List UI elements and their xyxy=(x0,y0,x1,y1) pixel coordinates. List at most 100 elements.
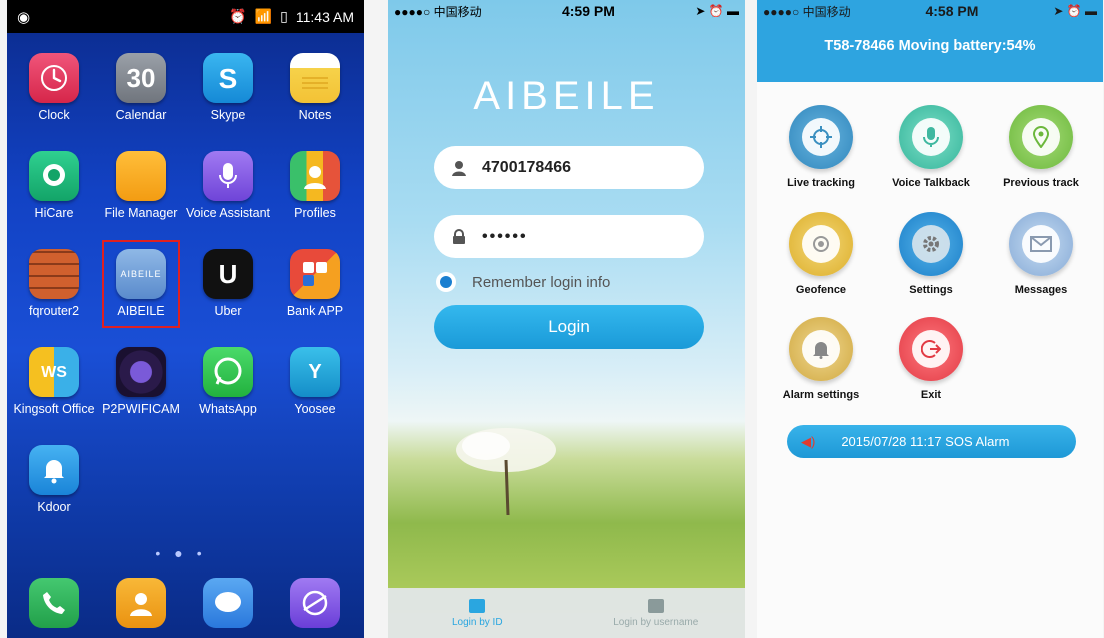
yoosee-icon: Y xyxy=(290,347,340,397)
speaker-icon: ◀) xyxy=(801,433,816,449)
previous-track-button[interactable]: Previous track xyxy=(987,105,1095,189)
aibeile-dashboard-screen: ●●●●○ 中国移动 4:58 PM ➤ ⏰ ▬ T58-78466 Movin… xyxy=(757,0,1103,638)
kingsoft-icon: WS xyxy=(29,347,79,397)
messages-button[interactable]: Messages xyxy=(987,212,1095,296)
app-p2pwificam[interactable]: P2PWIFICAM xyxy=(96,347,186,416)
status-time: 4:59 PM xyxy=(561,3,615,19)
lock-icon xyxy=(450,228,468,246)
alarm-text: 2015/07/28 11:17 SOS Alarm xyxy=(841,434,1010,449)
tab-login-by-id[interactable]: Login by ID xyxy=(388,588,567,638)
phone-icon[interactable] xyxy=(29,578,79,628)
login-tab-bar: Login by ID Login by username xyxy=(388,588,745,638)
app-calendar[interactable]: 30 Calendar xyxy=(96,53,186,122)
exit-button[interactable]: Exit xyxy=(877,317,985,401)
voice-talkback-button[interactable]: Voice Talkback xyxy=(877,105,985,189)
app-file-manager[interactable]: File Manager xyxy=(96,151,186,220)
app-label: Notes xyxy=(298,108,332,122)
status-time: 11:43 AM xyxy=(295,8,354,25)
app-label: fqrouter2 xyxy=(28,304,80,318)
page-indicator[interactable]: •●• xyxy=(7,545,364,561)
messages-icon[interactable] xyxy=(203,578,253,628)
app-clock[interactable]: Clock xyxy=(9,53,99,122)
monitor-icon xyxy=(469,598,486,613)
app-hicare[interactable]: HiCare xyxy=(9,151,99,220)
settings-button[interactable]: Settings xyxy=(877,212,985,296)
app-label: Voice Assistant xyxy=(185,206,271,220)
aibeile-login-screen: ●●●●○ 中国移动 4:59 PM ➤ ⏰ ▬ AIBEILE 4700178… xyxy=(388,0,745,638)
app-fqrouter2[interactable]: fqrouter2 xyxy=(9,249,99,318)
app-bank[interactable]: Bank APP xyxy=(270,249,360,318)
map-pin-icon xyxy=(1009,105,1073,169)
app-label: Yoosee xyxy=(294,402,336,416)
sos-alarm-banner[interactable]: ◀) 2015/07/28 11:17 SOS Alarm xyxy=(787,425,1076,458)
skype-icon: S xyxy=(203,53,253,103)
app-label: Profiles xyxy=(294,206,336,220)
user-icon xyxy=(450,159,468,177)
app-yoosee[interactable]: Y Yoosee xyxy=(270,347,360,416)
microphone-icon xyxy=(899,105,963,169)
app-skype[interactable]: S Skype xyxy=(183,53,273,122)
bank-icon xyxy=(290,249,340,299)
remember-login-toggle[interactable]: Remember login info xyxy=(436,272,610,292)
id-card-icon xyxy=(647,598,664,613)
app-label: File Manager xyxy=(104,206,178,220)
app-label: Calendar xyxy=(115,108,167,122)
tree-illustration xyxy=(456,428,556,516)
password-field[interactable]: •••••• xyxy=(434,215,704,258)
exit-icon xyxy=(899,317,963,381)
crosshair-icon xyxy=(789,105,853,169)
contacts-icon[interactable] xyxy=(116,578,166,628)
calendar-icon: 30 xyxy=(116,53,166,103)
gear-icon xyxy=(899,212,963,276)
app-kingsoft-office[interactable]: WS Kingsoft Office xyxy=(9,347,99,416)
tab-login-by-username[interactable]: Login by username xyxy=(567,588,746,638)
live-tracking-button[interactable]: Live tracking xyxy=(767,105,875,189)
carrier: ●●●●○ 中国移动 xyxy=(394,4,482,19)
remember-label: Remember login info xyxy=(472,273,611,291)
app-label: Uber xyxy=(214,304,242,318)
alarm-bell-icon xyxy=(789,317,853,381)
browser-icon[interactable] xyxy=(290,578,340,628)
geofence-icon xyxy=(789,212,853,276)
app-notes[interactable]: Notes xyxy=(270,53,360,122)
app-voice-assistant[interactable]: Voice Assistant xyxy=(183,151,273,220)
app-profiles[interactable]: Profiles xyxy=(270,151,360,220)
whatsapp-icon xyxy=(203,347,253,397)
camera-icon xyxy=(116,347,166,397)
clock-icon xyxy=(29,53,79,103)
hicare-icon xyxy=(29,151,79,201)
alarm-settings-button[interactable]: Alarm settings xyxy=(767,317,875,401)
android-home-screen: ◉ ⏰ 📶 ▯ 11:43 AM Clock 30 Calendar S Sky… xyxy=(7,0,364,638)
folder-icon xyxy=(116,151,166,201)
bell-icon xyxy=(29,445,79,495)
aibeile-highlight-box xyxy=(102,240,180,328)
ios-status-bar: ●●●●○ 中国移动 4:59 PM ➤ ⏰ ▬ xyxy=(388,0,745,22)
app-label: WhatsApp xyxy=(199,402,257,416)
app-label: P2PWIFICAM xyxy=(102,402,180,416)
dashboard-header: ●●●●○ 中国移动 4:58 PM ➤ ⏰ ▬ T58-78466 Movin… xyxy=(757,0,1103,82)
profiles-icon xyxy=(290,151,340,201)
alarm-clock-icon: ⏰ xyxy=(229,8,247,24)
remember-radio[interactable] xyxy=(436,272,456,292)
android-status-bar: ◉ ⏰ 📶 ▯ 11:43 AM xyxy=(7,0,364,33)
geofence-button[interactable]: Geofence xyxy=(767,212,875,296)
app-dock xyxy=(7,575,364,638)
username-value: 4700178466 xyxy=(482,158,571,176)
app-label: Clock xyxy=(38,108,70,122)
login-button[interactable]: Login xyxy=(434,305,704,349)
password-value: •••••• xyxy=(482,227,528,245)
app-label: Bank APP xyxy=(286,304,344,318)
wifi-icon: 📶 xyxy=(254,8,273,24)
envelope-icon xyxy=(1009,212,1073,276)
notes-icon xyxy=(290,53,340,103)
status-time: 4:58 PM xyxy=(925,3,979,19)
uber-icon: U xyxy=(203,249,253,299)
battery-icon: ➤ ⏰ ▬ xyxy=(1053,4,1097,18)
username-field[interactable]: 4700178466 xyxy=(434,146,704,189)
app-label: HiCare xyxy=(34,206,74,220)
app-kdoor[interactable]: Kdoor xyxy=(9,445,99,514)
app-whatsapp[interactable]: WhatsApp xyxy=(183,347,273,416)
carrier: ●●●●○ 中国移动 xyxy=(763,4,851,19)
app-uber[interactable]: U Uber xyxy=(183,249,273,318)
app-label: Skype xyxy=(210,108,246,122)
